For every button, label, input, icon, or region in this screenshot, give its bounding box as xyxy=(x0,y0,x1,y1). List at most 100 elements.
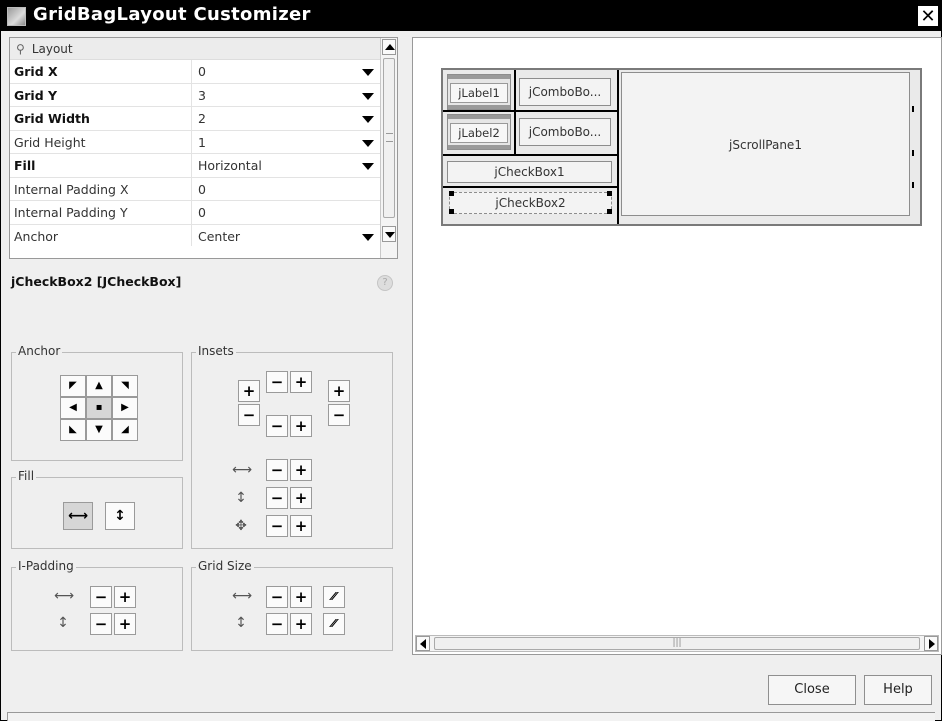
help-button[interactable]: Help xyxy=(864,675,932,705)
grid-size-group: Grid Size ⟷ − + ⁄⁄ ↕ − + ⁄⁄ xyxy=(191,559,393,651)
property-value[interactable]: 2 xyxy=(198,107,206,130)
jcheckbox1-cell[interactable]: jCheckBox1 xyxy=(447,161,612,183)
window-icon xyxy=(7,7,26,26)
property-scrollbar[interactable] xyxy=(380,38,397,258)
grid-height-default-button[interactable]: ⁄⁄ xyxy=(323,613,345,635)
property-value[interactable]: 3 xyxy=(198,84,206,107)
scroll-up-icon[interactable] xyxy=(382,39,396,55)
inset-horizontal-plus-button[interactable]: + xyxy=(290,459,312,481)
property-row-internal-padding-x[interactable]: Internal Padding X 0 xyxy=(10,177,380,201)
property-value[interactable]: 0 xyxy=(198,178,206,201)
anchor-north-icon[interactable]: ▲ xyxy=(86,375,112,397)
property-row-fill[interactable]: Fill Horizontal xyxy=(10,154,380,178)
property-name: Grid X xyxy=(10,60,192,83)
jlabel1-cell[interactable]: jLabel1 xyxy=(447,74,511,110)
jcombobox1-cell[interactable]: jComboBo... xyxy=(519,78,611,106)
property-value[interactable]: 0 xyxy=(198,60,206,83)
property-value[interactable]: 1 xyxy=(198,131,206,154)
inset-left-plus-button[interactable]: + xyxy=(238,380,260,402)
anchor-northwest-icon[interactable]: ◤ xyxy=(60,375,86,397)
selection-handle[interactable] xyxy=(449,191,454,196)
ipadding-y-minus-button[interactable]: − xyxy=(90,613,112,635)
property-row-grid-width[interactable]: Grid Width 2 xyxy=(10,107,380,131)
ipadding-y-plus-button[interactable]: + xyxy=(114,613,136,635)
anchor-south-icon[interactable]: ▼ xyxy=(86,419,112,441)
property-category-header[interactable]: ⚲ Layout xyxy=(10,38,397,60)
property-row-internal-padding-y[interactable]: Internal Padding Y 0 xyxy=(10,201,380,225)
inset-all-minus-button[interactable]: − xyxy=(266,515,288,537)
grid-width-minus-button[interactable]: − xyxy=(266,586,288,608)
anchor-east-icon[interactable]: ▶ xyxy=(112,397,138,419)
grid-height-plus-button[interactable]: + xyxy=(290,613,312,635)
inset-vertical-minus-button[interactable]: − xyxy=(266,487,288,509)
dropdown-arrow-icon[interactable] xyxy=(362,69,374,76)
fill-horizontal-icon[interactable]: ⟷ xyxy=(63,502,93,530)
dropdown-arrow-icon[interactable] xyxy=(362,233,374,241)
scroll-thumb[interactable] xyxy=(383,58,395,218)
property-category-label: Layout xyxy=(31,42,73,56)
preview-horizontal-scrollbar[interactable]: ||| xyxy=(415,635,939,652)
inset-left-minus-button[interactable]: − xyxy=(238,404,260,426)
property-name: Internal Padding X xyxy=(10,177,192,200)
dropdown-arrow-icon[interactable] xyxy=(362,116,374,123)
grid-width-plus-button[interactable]: + xyxy=(290,586,312,608)
title-bar[interactable]: GridBagLayout Customizer ✕ xyxy=(1,1,941,31)
ipadding-x-plus-button[interactable]: + xyxy=(114,586,136,608)
anchor-west-icon[interactable]: ◀ xyxy=(60,397,86,419)
grid-height-minus-button[interactable]: − xyxy=(266,613,288,635)
dropdown-arrow-icon[interactable] xyxy=(362,163,374,170)
property-row-grid-y[interactable]: Grid Y 3 xyxy=(10,83,380,107)
status-strip xyxy=(7,712,935,721)
grid-width-default-button[interactable]: ⁄⁄ xyxy=(323,586,345,608)
selection-handle[interactable] xyxy=(607,191,612,196)
close-window-button[interactable]: ✕ xyxy=(917,5,939,27)
inset-bottom-plus-button[interactable]: + xyxy=(290,415,312,437)
layout-preview-panel: jLabel1 jComboBo... jLabel2 jComboBo... … xyxy=(412,37,942,655)
inset-top-minus-button[interactable]: − xyxy=(266,371,288,393)
property-value[interactable]: 0 xyxy=(198,201,206,224)
property-name: Fill xyxy=(10,154,192,177)
inset-right-plus-button[interactable]: + xyxy=(328,380,350,402)
inset-vertical-plus-button[interactable]: + xyxy=(290,487,312,509)
property-row-grid-height[interactable]: Grid Height 1 xyxy=(10,130,380,154)
grid-line xyxy=(443,186,618,188)
jlabel2-cell[interactable]: jLabel2 xyxy=(447,114,511,150)
vertical-arrows-icon: ↕ xyxy=(235,490,247,506)
grid-line xyxy=(443,154,618,156)
anchor-northeast-icon[interactable]: ◥ xyxy=(112,375,138,397)
scroll-thumb[interactable]: ||| xyxy=(434,637,920,650)
label-bar xyxy=(448,115,510,119)
jscrollpane1-cell[interactable]: jScrollPane1 xyxy=(621,72,910,216)
anchor-southeast-icon[interactable]: ◢ xyxy=(112,419,138,441)
help-icon[interactable]: ? xyxy=(377,275,393,291)
anchor-southwest-icon[interactable]: ◣ xyxy=(60,419,86,441)
label-bar xyxy=(448,75,510,79)
anchor-center-icon[interactable]: ▪ xyxy=(86,397,112,419)
inset-bottom-minus-button[interactable]: − xyxy=(266,415,288,437)
window-title: GridBagLayout Customizer xyxy=(33,4,311,25)
property-row-anchor[interactable]: Anchor Center xyxy=(10,224,380,248)
vertical-arrows-icon: ↕ xyxy=(235,615,247,631)
dropdown-arrow-icon[interactable] xyxy=(362,92,374,100)
fill-vertical-icon[interactable]: ↕ xyxy=(105,502,135,530)
horizontal-arrows-icon: ⟷ xyxy=(232,588,253,604)
property-row-grid-x[interactable]: Grid X 0 xyxy=(10,60,380,84)
close-button[interactable]: Close xyxy=(768,675,856,705)
ipadding-x-minus-button[interactable]: − xyxy=(90,586,112,608)
scroll-right-icon[interactable] xyxy=(924,636,938,651)
selection-handle[interactable] xyxy=(607,209,612,214)
scroll-left-icon[interactable] xyxy=(416,636,430,651)
scroll-down-icon[interactable] xyxy=(382,226,396,242)
inset-horizontal-minus-button[interactable]: − xyxy=(266,459,288,481)
selection-handle[interactable] xyxy=(449,209,454,214)
property-name: Internal Padding Y xyxy=(10,201,192,224)
property-value[interactable]: Center xyxy=(198,225,240,248)
dropdown-arrow-icon[interactable] xyxy=(362,139,374,147)
jcombobox2-cell[interactable]: jComboBo... xyxy=(519,118,611,146)
jcheckbox2-cell[interactable]: jCheckBox2 xyxy=(449,192,612,214)
inset-right-minus-button[interactable]: − xyxy=(328,404,350,426)
property-value[interactable]: Horizontal xyxy=(198,154,262,177)
inset-top-plus-button[interactable]: + xyxy=(290,371,312,393)
inset-all-plus-button[interactable]: + xyxy=(290,515,312,537)
fill-group-title: Fill xyxy=(16,469,37,483)
